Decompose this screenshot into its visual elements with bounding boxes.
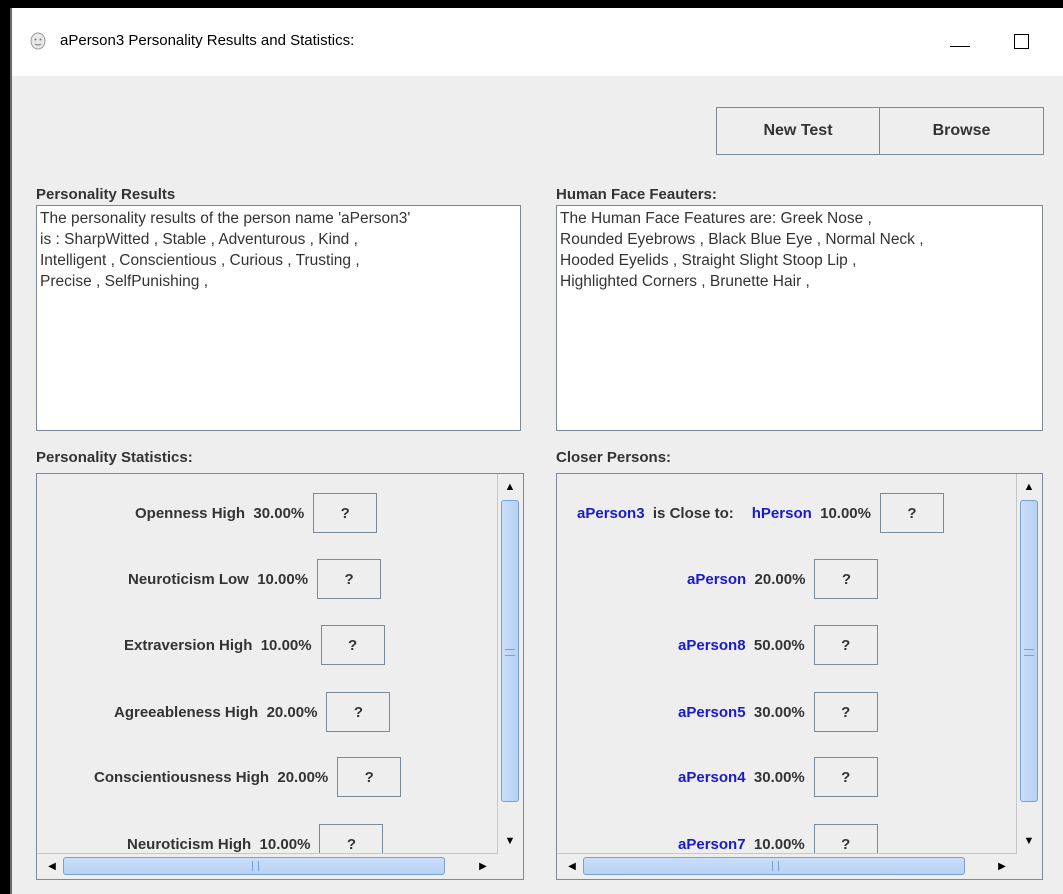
results-line: is : SharpWitted , Stable , Adventurous … (40, 231, 358, 248)
scroll-up-arrow-icon[interactable]: ▲ (1017, 476, 1041, 498)
stat-question-button[interactable]: ? (326, 692, 391, 732)
scroll-left-arrow-icon[interactable]: ◀ (561, 854, 583, 878)
closer-person-name: hPerson (751, 504, 812, 522)
closer-person-name: aPerson (687, 570, 747, 588)
stat-question-button[interactable]: ? (337, 757, 402, 797)
stat-value: 10.00% (259, 835, 311, 853)
app-face-icon (30, 32, 46, 50)
stat-row: Conscientiousness High 20.00% ? (94, 757, 402, 797)
results-line: Precise , SelfPunishing , (40, 273, 209, 290)
stat-trait: Agreeableness High (114, 703, 259, 721)
title-bar: aPerson3 Personality Results and Statist… (12, 8, 1063, 76)
stat-value: 20.00% (277, 768, 329, 786)
closer-person-value: 30.00% (753, 768, 805, 786)
horizontal-scrollbar[interactable]: ◀ ▶ (557, 853, 1017, 879)
window-title: aPerson3 Personality Results and Statist… (60, 32, 355, 49)
stat-trait: Neuroticism High (127, 835, 252, 853)
new-test-button[interactable]: New Test (716, 107, 880, 155)
scroll-right-arrow-icon[interactable]: ▶ (991, 854, 1013, 878)
stat-trait: Extraversion High (124, 636, 253, 654)
vertical-scroll-thumb[interactable] (1020, 500, 1038, 802)
closer-person-name: aPerson8 (678, 636, 746, 654)
stat-question-button[interactable]: ? (320, 625, 385, 665)
closer-row: aPerson3 is Close to: hPerson 10.00% ? (577, 493, 944, 533)
stat-trait: Neuroticism Low (128, 570, 249, 588)
stat-trait: Openness High (135, 504, 246, 522)
personality-results-label: Personality Results (36, 186, 176, 203)
closer-persons-panel[interactable]: aPerson3 is Close to: hPerson 10.00% ? aP… (556, 473, 1043, 880)
closer-person-name: aPerson7 (678, 835, 746, 853)
face-features-label: Human Face Feauters: (556, 186, 717, 203)
vertical-scrollbar[interactable]: ▲ ▼ (1016, 474, 1042, 854)
horizontal-scroll-thumb[interactable] (63, 857, 445, 875)
face-features-textarea[interactable]: The Human Face Features are: Greek Nose … (556, 205, 1043, 431)
stat-value: 20.00% (266, 703, 318, 721)
closer-person-value: 30.00% (753, 703, 805, 721)
features-line: Highlighted Corners , Brunette Hair , (560, 273, 810, 290)
scroll-down-arrow-icon[interactable]: ▼ (1017, 830, 1041, 852)
scrollbar-corner (498, 854, 523, 879)
features-line: Hooded Eyelids , Straight Slight Stoop L… (560, 252, 857, 269)
stat-question-button[interactable]: ? (313, 493, 378, 533)
horizontal-scrollbar[interactable]: ◀ ▶ (37, 853, 498, 879)
vertical-scroll-thumb[interactable] (501, 500, 519, 802)
closer-person-name: aPerson5 (678, 703, 746, 721)
closer-question-button[interactable]: ? (813, 692, 878, 732)
closer-question-button[interactable]: ? (813, 625, 878, 665)
stat-trait: Conscientiousness High (94, 768, 270, 786)
close-to-label: is Close to: (652, 504, 734, 522)
closer-persons-label: Closer Persons: (556, 449, 672, 466)
closer-person-name: aPerson4 (678, 768, 746, 786)
maximize-button[interactable] (1007, 22, 1047, 62)
closer-person-value: 10.00% (820, 504, 871, 522)
horizontal-scroll-thumb[interactable] (583, 857, 965, 875)
personality-results-textarea[interactable]: The personality results of the person na… (36, 205, 521, 431)
closer-row: aPerson4 30.00% ? (678, 757, 878, 797)
stat-row: Agreeableness High 20.00% ? (114, 692, 391, 732)
closer-row: aPerson5 30.00% ? (678, 692, 878, 732)
stat-row: Extraversion High 10.00% ? (124, 625, 385, 665)
subject-person-name: aPerson3 (577, 504, 645, 522)
results-line: The personality results of the person na… (40, 210, 411, 227)
features-line: The Human Face Features are: Greek Nose … (560, 210, 872, 227)
scrollbar-corner (1017, 854, 1042, 879)
closer-question-button[interactable]: ? (813, 757, 878, 797)
scroll-right-arrow-icon[interactable]: ▶ (472, 854, 494, 878)
minimize-button[interactable] (940, 22, 980, 62)
closer-person-value: 20.00% (754, 570, 806, 588)
closer-row: aPerson8 50.00% ? (678, 625, 878, 665)
stat-value: 10.00% (257, 570, 309, 588)
stat-value: 30.00% (253, 504, 305, 522)
results-window: aPerson3 Personality Results and Statist… (10, 8, 1063, 894)
personality-statistics-label: Personality Statistics: (36, 449, 193, 466)
closer-question-button[interactable]: ? (879, 493, 944, 533)
closer-row: aPerson 20.00% ? (687, 559, 879, 599)
features-line: Rounded Eyebrows , Black Blue Eye , Norm… (560, 231, 924, 248)
closer-person-value: 50.00% (753, 636, 805, 654)
browse-button[interactable]: Browse (879, 107, 1044, 155)
closer-person-value: 10.00% (753, 835, 805, 853)
scroll-down-arrow-icon[interactable]: ▼ (498, 830, 522, 852)
scroll-left-arrow-icon[interactable]: ◀ (41, 854, 63, 878)
vertical-scrollbar[interactable]: ▲ ▼ (497, 474, 523, 854)
stat-value: 10.00% (260, 636, 312, 654)
stat-row: Openness High 30.00% ? (135, 493, 378, 533)
stat-row: Neuroticism Low 10.00% ? (128, 559, 382, 599)
personality-statistics-panel[interactable]: Openness High 30.00% ? Neuroticism Low 1… (36, 473, 524, 880)
stat-question-button[interactable]: ? (317, 559, 382, 599)
scroll-up-arrow-icon[interactable]: ▲ (498, 476, 522, 498)
closer-question-button[interactable]: ? (814, 559, 879, 599)
results-line: Intelligent , Conscientious , Curious , … (40, 252, 360, 269)
